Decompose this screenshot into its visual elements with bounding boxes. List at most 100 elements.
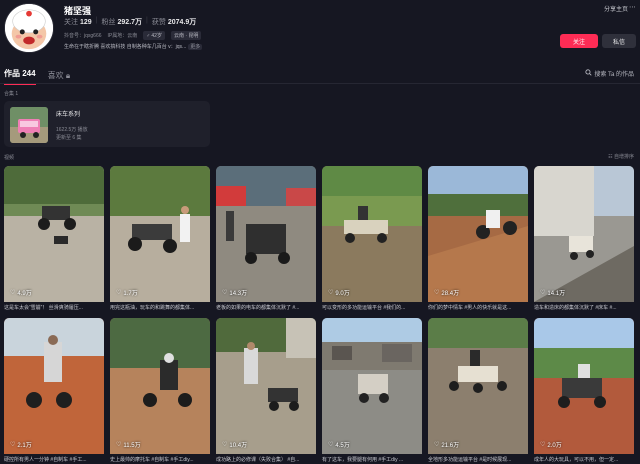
age-chip: ♂ 42岁 <box>143 31 165 40</box>
heart-icon: ♡ <box>434 290 440 296</box>
video-card[interactable]: ♡ 2.1万 硬控所有男人一分钟 #自制车 #手工... <box>4 318 104 464</box>
lock-icon: 🔒︎ <box>65 71 71 80</box>
video-thumbnail <box>216 166 316 302</box>
video-caption: 用完这瓶油，玩车的和跳舞的都集体... <box>110 305 195 311</box>
video-thumbnail <box>216 318 316 454</box>
collection-thumbnail <box>10 107 48 143</box>
collection-card[interactable]: 床车系列 1622.5万 播放 更新至 6 集 <box>4 101 210 147</box>
video-card[interactable]: ♡ 10.4万 成功路上的必修课（失败合集） #自... <box>216 318 316 464</box>
profile-name: 猪坚强 <box>64 6 92 16</box>
heart-icon: ♡ <box>222 290 228 296</box>
video-likes: ♡ 9.0万 <box>328 288 350 297</box>
video-caption: 可以变形的多功能运输平台 #我们的... <box>322 305 406 311</box>
likes-count: 2.1万 <box>17 443 32 449</box>
collection-episodes: 更新至 6 集 <box>56 135 82 141</box>
follow-button[interactable]: 关注 <box>560 34 598 48</box>
video-card[interactable]: ♡ 4.9万 这是车太会“雪崩”！ 丝滑爽骑履压... <box>4 166 104 312</box>
video-thumbnail <box>4 166 104 302</box>
video-thumbnail <box>428 166 528 302</box>
douyin-id: 抖音号：jqsg666 <box>64 33 102 39</box>
likes-count: 11.5万 <box>123 443 141 449</box>
search-works-button[interactable]: 搜索 Ta 的作品 <box>585 69 634 78</box>
video-likes: ♡ 2.1万 <box>10 440 32 449</box>
video-card[interactable]: ♡ 9.0万 可以变形的多功能运输平台 #我们的... <box>322 166 422 312</box>
tab-likes-label: 喜欢 <box>47 71 64 80</box>
tab-divider <box>0 83 640 84</box>
region-chip: 云南 · 昆明 <box>170 31 202 40</box>
video-thumbnail <box>4 318 104 454</box>
heart-icon: ♡ <box>222 442 228 448</box>
following-count: 129 <box>80 19 92 26</box>
heart-icon: ♡ <box>540 442 546 448</box>
video-likes: ♡ 11.5万 <box>116 440 141 449</box>
video-card[interactable]: ♡ 14.1万 造车和造床的都集体沉默了 #床车 #... <box>534 166 634 312</box>
video-caption: 史上最帅的摩托车 #自制车 #手工diy... <box>110 457 194 463</box>
video-card[interactable]: ♡ 21.6万 全地形多功能运输平台 #是时候展现... <box>428 318 528 464</box>
likes-count: 4.9万 <box>17 291 32 297</box>
likes-count: 14.1万 <box>547 291 566 297</box>
video-likes: ♡ 14.3万 <box>222 288 247 297</box>
video-card[interactable]: ♡ 14.3万 老板的如果的电车的都集体沉默了 #... <box>216 166 316 312</box>
videos-label: 视频 <box>4 155 15 161</box>
profile-page: 猪坚强 关注 129 | 粉丝 292.7万 | 获赞 2074.9万 抖音号：jqs… <box>0 0 640 464</box>
video-likes: ♡ 4.9万 <box>10 288 32 297</box>
share-profile-button[interactable]: 分享主页 <box>604 4 628 13</box>
video-caption: 成年人的大玩具，可以不用，但一定... <box>534 457 619 463</box>
video-likes: ♡ 28.4万 <box>434 288 459 297</box>
stat-divider: | <box>95 17 98 24</box>
video-card[interactable]: ♡ 1.7万 用完这瓶油，玩车的和跳舞的都集体... <box>110 166 210 312</box>
fans-count: 292.7万 <box>117 19 143 26</box>
video-likes: ♡ 4.5万 <box>328 440 350 449</box>
video-thumbnail <box>110 318 210 454</box>
likes-count: 21.6万 <box>441 443 460 449</box>
video-caption: 有了这车，我要腿有何用 #手工diy ... <box>322 457 404 463</box>
heart-icon: ♡ <box>116 442 122 448</box>
video-thumbnail <box>534 166 634 302</box>
more-icon[interactable]: ⋯ <box>629 3 636 11</box>
likes-count: 2.0万 <box>547 443 562 449</box>
search-icon <box>585 69 592 78</box>
likes-label: 获赞 <box>151 19 166 26</box>
video-likes: ♡ 2.0万 <box>540 440 562 449</box>
heart-icon: ♡ <box>434 442 440 448</box>
video-card[interactable]: ♡ 2.0万 成年人的大玩具，可以不用，但一定... <box>534 318 634 464</box>
fans-label: 粉丝 <box>101 19 116 26</box>
video-likes: ♡ 14.1万 <box>540 288 565 297</box>
video-card[interactable]: ♡ 4.5万 有了这车，我要腿有何用 #手工diy ... <box>322 318 422 464</box>
profile-stats: 关注 129 | 粉丝 292.7万 | 获赞 2074.9万 <box>64 17 196 27</box>
video-caption: 你们的梦中情车 #男人的快乐就是这... <box>428 305 512 311</box>
video-caption: 硬控所有男人一分钟 #自制车 #手工... <box>4 457 87 463</box>
age-chip-label: 42岁 <box>151 33 162 39</box>
likes-count: 28.4万 <box>441 291 460 297</box>
message-button[interactable]: 私信 <box>602 34 636 48</box>
video-likes: ♡ 10.4万 <box>222 440 247 449</box>
video-caption: 全地形多功能运输平台 #是时候展现... <box>428 457 512 463</box>
video-thumbnail <box>110 166 210 302</box>
video-caption: 老板的如果的电车的都集体沉默了 #... <box>216 305 300 311</box>
heart-icon: ♡ <box>116 290 122 296</box>
collection-title: 床车系列 <box>56 112 81 118</box>
video-likes: ♡ 1.7万 <box>116 288 138 297</box>
sort-button[interactable]: ☷ 自增排序 <box>608 153 634 160</box>
heart-icon: ♡ <box>328 290 334 296</box>
heart-icon: ♡ <box>10 290 16 296</box>
video-caption: 成功路上的必修课（失败合集） #自... <box>216 457 300 463</box>
video-card[interactable]: ♡ 28.4万 你们的梦中情车 #男人的快乐就是这... <box>428 166 528 312</box>
profile-meta: 抖音号：jqsg666 IP属地：云南 ♂ 42岁 云南 · 昆明 <box>64 31 202 40</box>
fans-stat[interactable]: 粉丝 292.7万 <box>102 17 143 27</box>
video-card[interactable]: ♡ 11.5万 史上最帅的摩托车 #自制车 #手工diy... <box>110 318 210 464</box>
likes-count: 9.0万 <box>335 291 350 297</box>
profile-bio: 生命在于瞎折腾 喜欢搞科技 自制各种车几百台 v：jqs... 更多 <box>64 43 203 50</box>
likes-count: 4.5万 <box>335 443 350 449</box>
following-stat[interactable]: 关注 129 <box>64 17 92 27</box>
heart-icon: ♡ <box>540 290 546 296</box>
video-likes: ♡ 21.6万 <box>434 440 459 449</box>
bio-text: 生命在于瞎折腾 喜欢搞科技 自制各种车几百台 v：jqs... <box>64 44 187 50</box>
bio-more-button[interactable]: 更多 <box>188 44 203 50</box>
video-thumbnail <box>428 318 528 454</box>
heart-icon: ♡ <box>10 442 16 448</box>
avatar[interactable] <box>4 3 54 53</box>
stat-divider: | <box>146 17 148 24</box>
video-caption: 这是车太会“雪崩”！ 丝滑爽骑履压... <box>4 305 83 311</box>
heart-icon: ♡ <box>328 442 334 448</box>
